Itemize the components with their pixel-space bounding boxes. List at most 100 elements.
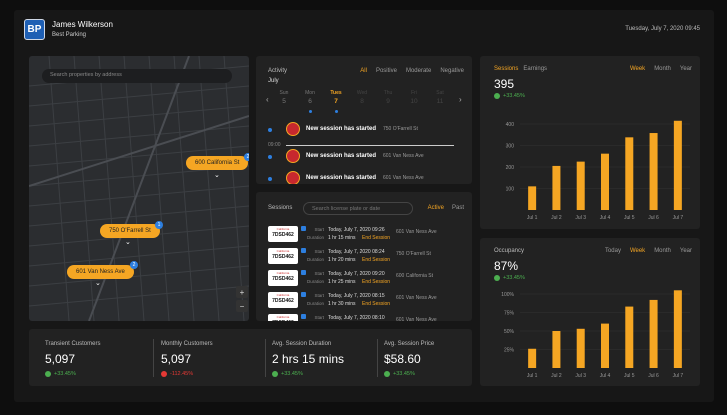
top-header: BP James Wilkerson Best Parking Tuesday,… (14, 10, 714, 50)
day-sat[interactable]: Sat 11 (430, 90, 450, 105)
stat-change: +33.45% (45, 371, 150, 377)
session-search-input[interactable]: Search license plate or date (303, 202, 413, 215)
stat-monthly: Monthly Customers 5,097 -112.45% (161, 341, 266, 377)
pin-count-badge: 2 (244, 153, 249, 161)
stat-label: Transient Customers (45, 341, 101, 347)
tab-week[interactable]: Week (630, 248, 645, 254)
map-pin-vanness[interactable]: 601 Van Ness Ave (67, 265, 134, 279)
sessions-chart-card: Sessions Earnings Week Month Year 395 +3… (480, 56, 700, 229)
bar[interactable] (552, 331, 561, 368)
activity-item[interactable]: New session has started 601 Van Ness Ave (268, 149, 464, 165)
duration-label: Duration (306, 279, 324, 284)
start-label: Start (314, 227, 324, 232)
end-session-button[interactable]: End Session (362, 279, 390, 285)
chevron-down-icon: ⌄ (125, 239, 131, 246)
filter-positive[interactable]: Positive (376, 68, 397, 74)
session-address: 601 Van Ness Ave (396, 295, 437, 301)
tab-sessions[interactable]: Sessions (494, 66, 518, 72)
end-session-button[interactable]: End Session (362, 301, 390, 307)
tab-year[interactable]: Year (680, 248, 692, 254)
tab-today[interactable]: Today (605, 248, 621, 254)
tab-month[interactable]: Month (654, 248, 671, 254)
tab-month[interactable]: Month (654, 66, 671, 72)
bar[interactable] (552, 165, 561, 210)
tab-week[interactable]: Week (630, 66, 645, 72)
bar[interactable] (601, 323, 609, 368)
start-label: Start (314, 271, 324, 276)
chevron-down-icon: ⌄ (95, 280, 101, 287)
end-session-button[interactable]: End Session (362, 257, 390, 263)
stat-value: 5,097 (161, 352, 192, 366)
zoom-in-button[interactable]: + (236, 286, 248, 298)
filter-negative[interactable]: Negative (440, 68, 464, 74)
bar[interactable] (625, 306, 634, 368)
session-row[interactable]: 7DSD462 Start Today, July 7, 2020 08:24 Dur… (268, 246, 464, 266)
bar[interactable] (649, 299, 658, 368)
occupancy-bar-chart: 25% 50% 75% 100% Jul 1 Jul 2 Jul 3 Jul 4 Jul 5 Ju… (501, 290, 690, 379)
bar[interactable] (528, 348, 537, 368)
company-logo[interactable]: BP (24, 19, 45, 40)
tab-past[interactable]: Past (452, 205, 464, 211)
bar[interactable] (528, 186, 537, 210)
filter-moderate[interactable]: Moderate (406, 68, 431, 74)
bar[interactable] (625, 137, 634, 210)
trend-up-icon (494, 275, 500, 281)
map-panel[interactable]: Search properties by address 600 Califor… (29, 56, 249, 321)
session-tabs: Active Past (428, 205, 464, 211)
pin-count-badge: 2 (130, 261, 138, 269)
session-row[interactable]: 7DSD462 Start Today, July 7, 2020 09:20 Dur… (268, 268, 464, 288)
start-time: Today, July 7, 2020 08:15 (328, 293, 385, 299)
user-name[interactable]: James Wilkerson (52, 20, 113, 29)
session-address: 750 O'Farrell St (396, 251, 431, 257)
day-mon[interactable]: Mon 6 (300, 90, 320, 105)
session-address: 601 Van Ness Ave (396, 317, 437, 321)
y-tick-label: 25% (504, 348, 515, 354)
map-search-input[interactable]: Search properties by address (42, 69, 232, 83)
session-row[interactable]: 7DSD462StartToday, July 7, 2020 08:10Dur… (268, 312, 464, 321)
map-pin-ofarrell[interactable]: 750 O'Farrell St (100, 224, 160, 238)
unread-dot-icon (268, 177, 272, 181)
activity-title: Activity (268, 68, 288, 74)
day-fri[interactable]: Fri 10 (404, 90, 424, 105)
unread-dot-icon (268, 155, 272, 159)
sessions-panel: Sessions Search license plate or date Ac… (256, 192, 472, 321)
duration-label: Duration (306, 301, 324, 306)
activity-address: 601 Van Ness Ave (383, 175, 424, 181)
calendar-week: Sun 5 Mon 6 Tues 7 Wed 8 Thu 9 Fri 10 Sat 11 (266, 90, 466, 113)
bar[interactable] (649, 133, 658, 210)
day-thu[interactable]: Thu 9 (378, 90, 398, 105)
bar[interactable] (673, 290, 682, 368)
bar[interactable] (673, 120, 682, 210)
zoom-out-button[interactable]: − (236, 300, 248, 312)
trend-down-icon (161, 371, 167, 377)
map-pin-california[interactable]: 600 California St (186, 156, 249, 170)
sessions-title: Sessions (268, 205, 293, 211)
bar[interactable] (576, 161, 585, 210)
sessions-bar-chart: 100 200 300 400 Jul 1 Jul 2 Jul 3 Jul 4 Jul 5 Jul… (506, 120, 690, 221)
day-sun[interactable]: Sun 5 (274, 90, 294, 105)
session-row[interactable]: 7DSD462 Start Today, July 7, 2020 08:15 Dur… (268, 290, 464, 310)
bar[interactable] (576, 328, 585, 368)
session-row[interactable]: 7DSD462 Start Today, July 7, 2020 09:26 Dur… (268, 224, 464, 244)
bar[interactable] (601, 153, 609, 210)
chart-period-tabs: Week Month Year (630, 66, 692, 72)
start-time: Today, July 7, 2020 08:24 (328, 249, 385, 255)
tab-active[interactable]: Active (428, 205, 444, 211)
tab-year[interactable]: Year (680, 66, 692, 72)
day-tues[interactable]: Tues 7 (326, 90, 346, 105)
company-name: Best Parking (52, 32, 87, 38)
chevron-down-icon: ⌄ (214, 172, 220, 179)
x-tick-label: Jul 3 (575, 373, 586, 379)
stat-value: 5,097 (45, 352, 76, 366)
activity-dot-icon (335, 110, 338, 113)
activity-item[interactable]: New session has started 750 O'Farrell St (268, 122, 464, 138)
activity-item[interactable]: New session has started 601 Van Ness Ave (268, 171, 464, 184)
filter-all[interactable]: All (360, 68, 367, 74)
license-plate: 7DSD462 (268, 226, 298, 242)
tab-earnings[interactable]: Earnings (523, 66, 547, 72)
day-wed[interactable]: Wed 8 (352, 90, 372, 105)
x-tick-label: Jul 4 (600, 215, 611, 221)
occupancy-chart-card: Occupancy Today Week Month Year 87% +33.… (480, 238, 700, 386)
end-session-button[interactable]: End Session (362, 235, 390, 241)
time-label: 09:00 (268, 142, 281, 148)
